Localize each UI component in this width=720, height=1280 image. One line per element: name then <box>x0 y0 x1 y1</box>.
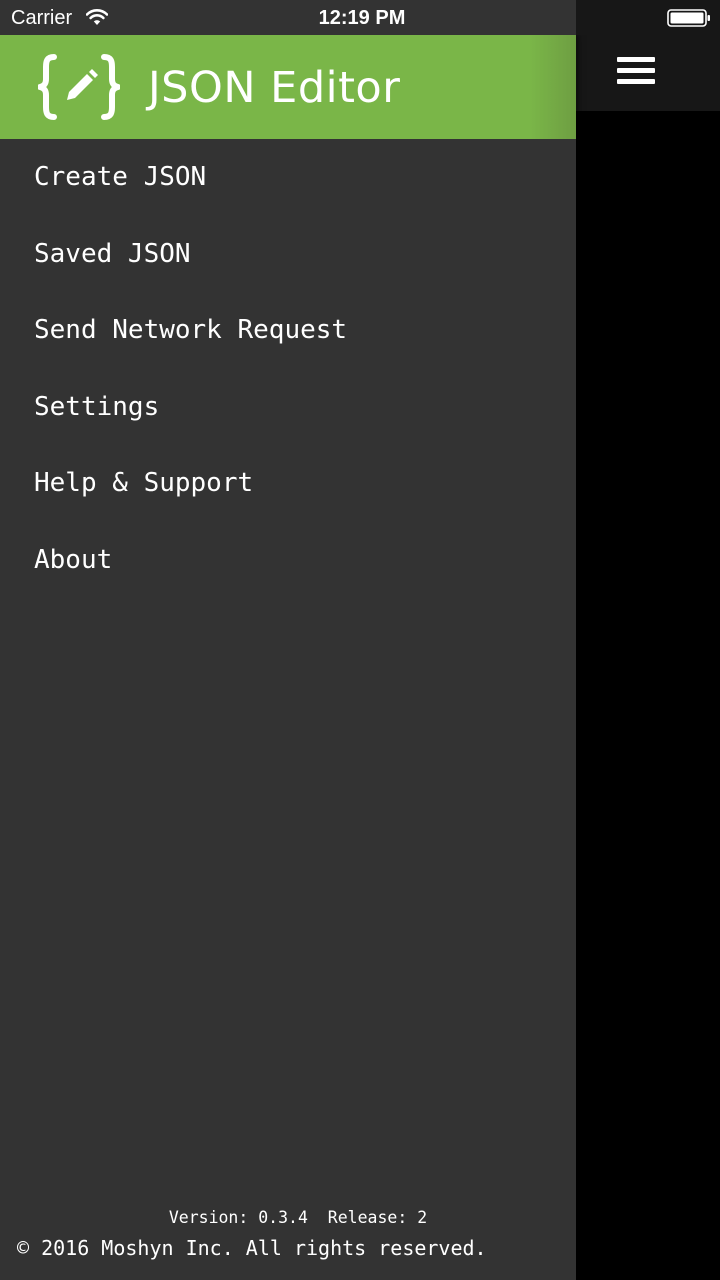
status-time: 12:19 PM <box>318 7 406 29</box>
release-value: 2 <box>417 1208 428 1227</box>
version-label: Version: <box>168 1208 249 1227</box>
menu-item-send-network-request[interactable]: Send Network Request <box>0 292 576 369</box>
menu-item-help-support[interactable]: Help & Support <box>0 445 576 522</box>
menu-item-create-json[interactable]: Create JSON <box>0 139 576 216</box>
copyright-text: © 2016 Moshyn Inc. All rights reserved. <box>17 1236 487 1260</box>
menu-item-settings[interactable]: Settings <box>0 369 576 446</box>
hamburger-menu-icon[interactable] <box>617 57 655 87</box>
drawer-header: JSON Editor <box>0 35 576 139</box>
main-navigation-bar <box>576 35 720 111</box>
app-title: JSON Editor <box>148 63 401 113</box>
release-label: Release: <box>327 1208 408 1227</box>
version-info: Version: 0.3.4 Release: 2 <box>20 1207 576 1229</box>
navigation-drawer: JSON Editor Create JSON Saved JSON Send … <box>0 35 576 1280</box>
menu-item-about[interactable]: About <box>0 522 576 599</box>
drawer-footer: Version: 0.3.4 Release: 2 © 2016 Moshyn … <box>0 1207 576 1263</box>
json-editor-logo-icon <box>38 54 120 120</box>
status-bar: Carrier 12:19 PM <box>0 0 720 35</box>
drawer-menu: Create JSON Saved JSON Send Network Requ… <box>0 139 576 598</box>
menu-item-saved-json[interactable]: Saved JSON <box>0 216 576 293</box>
version-value: 0.3.4 <box>258 1208 308 1227</box>
battery-icon <box>667 9 710 27</box>
